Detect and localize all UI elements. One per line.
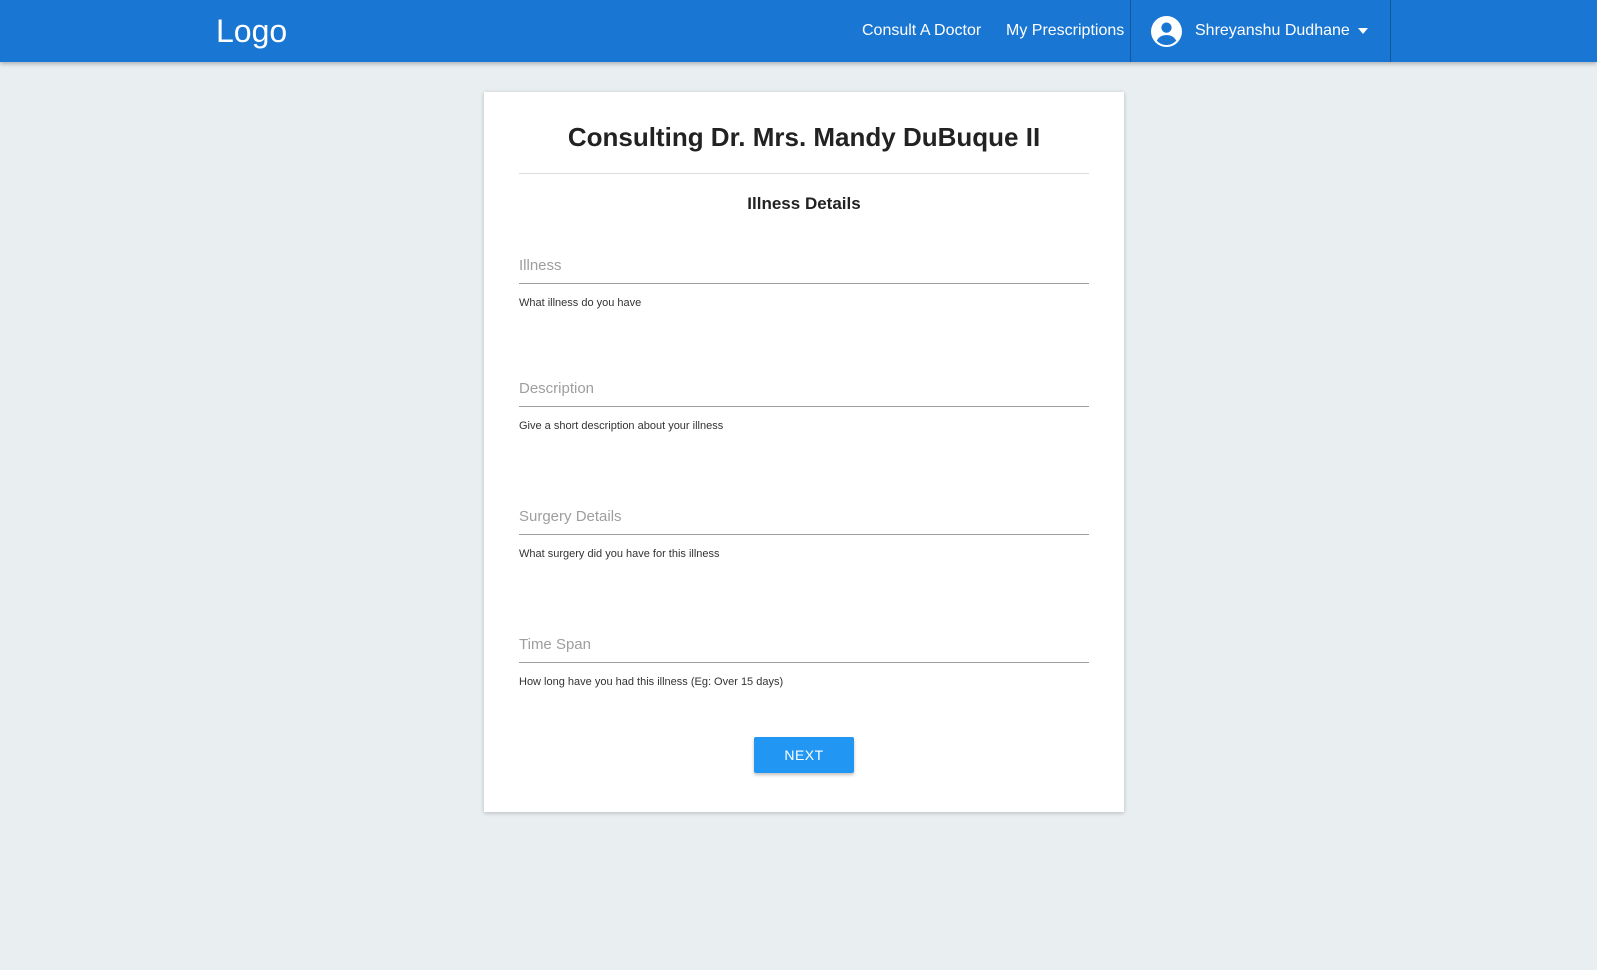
surgery-details-helper-text: What surgery did you have for this illne… [519,548,720,560]
account-circle-icon [1151,16,1182,47]
page-title: Consulting Dr. Mrs. Mandy DuBuque II [567,122,1041,152]
illness-input[interactable] [519,240,1089,284]
logo[interactable]: Logo [216,12,287,50]
user-name: Shreyanshu Dudhane [1195,22,1350,39]
time-span-helper-text: How long have you had this illness (Eg: … [519,676,784,688]
nav-link-consult-doctor[interactable]: Consult A Doctor [862,20,981,42]
consultation-card: Consulting Dr. Mrs. Mandy DuBuque II Ill… [484,92,1124,812]
next-button[interactable]: NEXT [754,737,854,773]
user-menu-dropdown[interactable]: Shreyanshu Dudhane [1131,0,1390,62]
illness-helper-text: What illness do you have [519,297,642,309]
description-helper-text: Give a short description about your illn… [519,420,724,432]
surgery-details-input[interactable] [519,491,1089,535]
caret-down-icon [1358,28,1368,34]
time-span-input[interactable] [519,619,1089,663]
top-navbar: Logo Consult A Doctor My Prescriptions S… [0,0,1597,62]
section-title: Illness Details [747,194,861,213]
description-input[interactable] [519,363,1089,407]
title-divider [519,173,1089,174]
nav-link-my-prescriptions[interactable]: My Prescriptions [1006,20,1124,42]
nav-divider [1390,0,1391,62]
